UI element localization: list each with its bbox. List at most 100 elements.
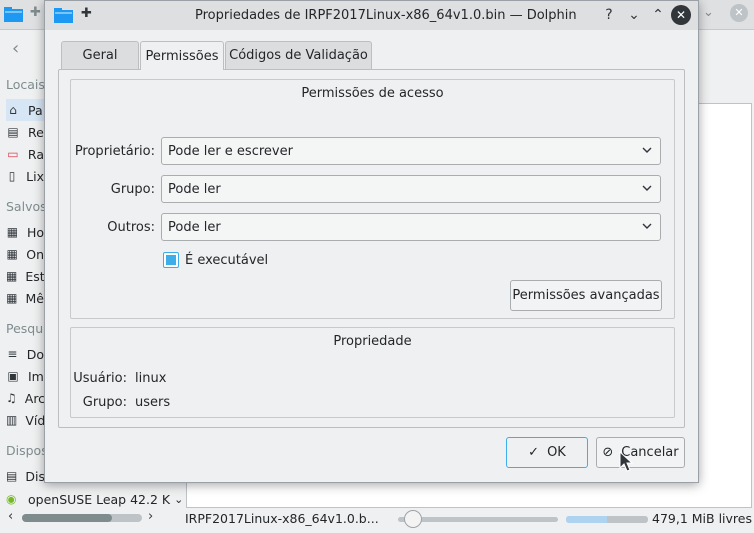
saved-label: Mê: [25, 290, 44, 306]
device-opensuse[interactable]: ◉ openSUSE Leap 42.2 K ⌄: [6, 488, 186, 510]
places-section-title: Locais: [6, 77, 45, 92]
search-documents[interactable]: ≡ Do: [6, 343, 44, 365]
saved-today[interactable]: ▦ Ho: [6, 221, 44, 243]
video-icon: ▥: [6, 413, 18, 427]
document-icon: ≡: [7, 347, 18, 361]
calendar-icon: ▦: [6, 247, 18, 261]
ownership-title: Propriedade: [333, 334, 412, 349]
scrollbar-thumb[interactable]: [22, 514, 112, 522]
pin-icon[interactable]: ✚: [30, 5, 41, 20]
back-arrow-icon[interactable]: ‹: [12, 38, 19, 59]
place-label: Re: [28, 124, 44, 140]
chevron-down-icon: [642, 185, 652, 191]
home-icon: ⌂: [9, 103, 17, 117]
access-permissions-group: Permissões de acesso Proprietário: Pode …: [70, 79, 675, 319]
owner-permission-value: Pode ler e escrever: [168, 143, 293, 159]
device-disk[interactable]: ▤ Dis: [6, 465, 44, 487]
trash-icon: ▯: [8, 169, 16, 183]
ok-button[interactable]: ✓ OK: [506, 437, 588, 468]
device-label: openSUSE Leap 42.2 K: [28, 491, 171, 507]
cancel-icon: ⊘: [602, 445, 614, 460]
saved-section-title: Salvos: [6, 199, 47, 214]
properties-dialog: ✚ Propriedades de IRPF2017Linux-x86_64v1…: [44, 0, 699, 483]
others-permission-select[interactable]: Pode ler: [161, 213, 661, 241]
place-network[interactable]: ▤ Re: [6, 121, 44, 143]
search-label: Im: [28, 368, 44, 384]
image-icon: ▣: [7, 369, 19, 383]
cancel-button[interactable]: ⊘ Cancelar: [596, 437, 685, 468]
zoom-slider-handle[interactable]: [404, 510, 422, 528]
drive-icon: ▤: [6, 469, 18, 483]
user-label: Usuário:: [73, 371, 127, 386]
calendar-icon: ▦: [6, 269, 18, 283]
close-icon[interactable]: ✕: [671, 5, 691, 25]
devices-section-title: Dispos: [6, 443, 48, 458]
place-trash[interactable]: ▯ Lix: [6, 165, 44, 187]
network-icon: ▤: [7, 125, 19, 139]
music-icon: ♫: [6, 391, 17, 405]
calendar-icon: ▦: [6, 225, 19, 239]
device-label: Dis: [25, 468, 44, 484]
tab-general[interactable]: Geral: [61, 41, 139, 69]
ownership-group: Propriedade Usuário: linux Grupo: users: [70, 327, 675, 418]
saved-label: Ho: [26, 224, 44, 240]
chevron-down-icon[interactable]: ⌄: [174, 493, 183, 506]
sidebar-horizontal-scrollbar[interactable]: [22, 514, 142, 522]
permissions-tab-pane: Permissões de acesso Proprietário: Pode …: [58, 69, 685, 428]
folder-icon: [54, 8, 73, 23]
saved-label: On: [26, 246, 44, 262]
place-label: Ra: [27, 146, 44, 162]
tab-permissions[interactable]: Permissões: [140, 41, 224, 70]
search-section-title: Pesqu: [6, 321, 44, 336]
saved-this-month[interactable]: ▦ Mê: [6, 287, 44, 309]
search-images[interactable]: ▣ Im: [6, 365, 44, 387]
others-label: Outros:: [107, 220, 155, 235]
executable-checkbox-label[interactable]: É executável: [185, 253, 268, 268]
status-filename: IRPF2017Linux-x86_64v1.0.b...: [185, 511, 379, 526]
search-videos[interactable]: ▥ Víd: [6, 409, 44, 431]
opensuse-icon: ◉: [6, 492, 17, 506]
close-icon[interactable]: ✕: [730, 4, 748, 22]
dialog-titlebar[interactable]: ✚ Propriedades de IRPF2017Linux-x86_64v1…: [45, 1, 698, 30]
saved-label: Est: [25, 268, 44, 284]
group-label: Grupo:: [110, 182, 155, 197]
group-permission-select[interactable]: Pode ler: [161, 175, 661, 203]
place-label: Lix: [26, 168, 44, 184]
owner-label: Proprietário:: [74, 144, 155, 159]
chevron-down-icon[interactable]: ⌄: [703, 5, 714, 20]
scroll-right-icon[interactable]: ›: [148, 509, 153, 524]
place-label: Pa: [28, 102, 43, 118]
root-folder-icon: ▭: [7, 147, 19, 161]
group-permission-value: Pode ler: [168, 181, 221, 197]
search-label: Víd: [25, 412, 44, 428]
saved-this-week[interactable]: ▦ Est: [6, 265, 44, 287]
search-label: Arc: [24, 390, 44, 406]
free-space-text: 479,1 MiB livres: [652, 511, 752, 526]
owner-permission-select[interactable]: Pode ler e escrever: [161, 137, 661, 165]
others-permission-value: Pode ler: [168, 219, 221, 235]
chevron-down-icon: [642, 147, 652, 153]
search-audio[interactable]: ♫ Arc: [6, 387, 44, 409]
place-home[interactable]: ⌂ Pa: [6, 99, 44, 121]
free-space-bar: [566, 516, 648, 523]
maximize-icon[interactable]: ⌃: [648, 5, 668, 25]
scroll-left-icon[interactable]: ‹: [8, 509, 13, 524]
place-root[interactable]: ▭ Ra: [6, 143, 44, 165]
mouse-cursor-icon: [619, 451, 633, 472]
help-icon[interactable]: ?: [599, 5, 619, 25]
owner-group-value: users: [135, 395, 171, 410]
executable-checkbox[interactable]: [163, 252, 179, 268]
tab-checksums[interactable]: Códigos de Validação: [225, 41, 372, 69]
access-permissions-title: Permissões de acesso: [301, 86, 444, 101]
advanced-permissions-button[interactable]: Permissões avançadas: [510, 280, 662, 311]
search-label: Do: [26, 346, 44, 362]
user-value: linux: [135, 371, 167, 386]
minimize-icon[interactable]: ⌄: [624, 5, 644, 25]
zoom-slider[interactable]: [398, 517, 558, 522]
pin-icon[interactable]: ✚: [81, 6, 92, 21]
folder-icon: [4, 7, 23, 22]
ok-button-label: OK: [547, 445, 566, 460]
saved-yesterday[interactable]: ▦ On: [6, 243, 44, 265]
free-space-fill: [566, 516, 607, 523]
calendar-icon: ▦: [6, 291, 18, 305]
